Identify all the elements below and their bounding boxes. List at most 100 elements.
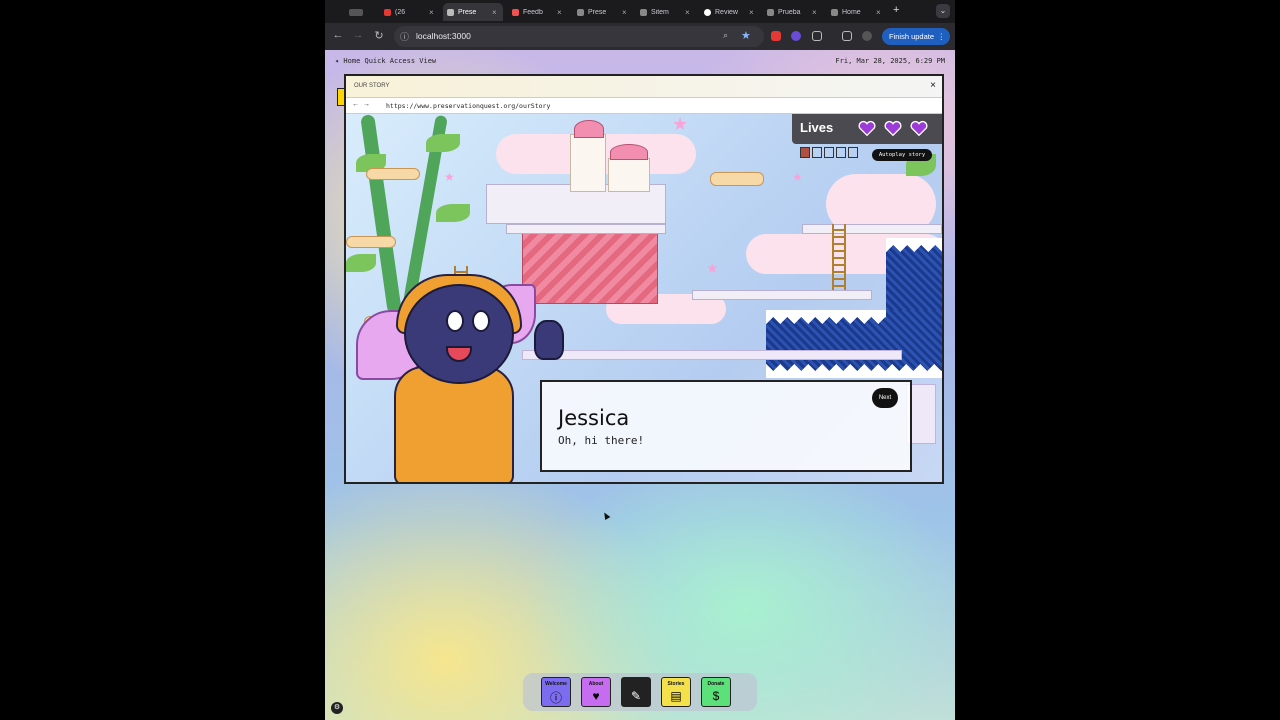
- tab-label: Prese: [588, 8, 607, 16]
- close-icon[interactable]: ×: [749, 8, 754, 17]
- story-progress-step: [800, 147, 810, 158]
- spikes: [886, 238, 942, 252]
- platform: [366, 168, 420, 180]
- window-url: https://www.preservationquest.org/ourSto…: [386, 102, 551, 110]
- reload-icon[interactable]: ↻: [372, 29, 386, 42]
- tab-sitemap[interactable]: Sitem ×: [636, 3, 696, 21]
- new-tab-button[interactable]: +: [893, 4, 899, 16]
- tab-preservation[interactable]: Prese ×: [573, 3, 633, 21]
- bookmark-star-icon[interactable]: ★: [741, 29, 751, 42]
- youtube-icon: [384, 8, 391, 16]
- heart-icon: [858, 120, 876, 137]
- tab-strip: (26 × Prese × Feedb × Prese × Sitem × Re…: [325, 0, 955, 23]
- game-scene[interactable]: ★ ★ ★ ★ Lives Autoplay story Jessica Oh,…: [346, 114, 942, 482]
- dock-item-3[interactable]: Stories ▤: [661, 677, 691, 707]
- close-icon[interactable]: ×: [685, 8, 690, 17]
- browser-window: (26 × Prese × Feedb × Prese × Sitem × Re…: [325, 0, 955, 720]
- forward-icon[interactable]: →: [351, 29, 365, 41]
- finish-update-label: Finish update: [889, 32, 935, 41]
- tab-feedback[interactable]: Feedb ×: [508, 3, 568, 21]
- vine: [360, 114, 402, 315]
- address-bar[interactable]: ⓘ localhost:3000 ⌕ ★: [394, 26, 764, 47]
- ledge: [692, 290, 872, 300]
- dock-item-4[interactable]: Donate $: [701, 677, 731, 707]
- story-progress: [800, 147, 862, 159]
- tab-label: Sitem: [651, 8, 669, 16]
- star-icon: ★: [792, 170, 803, 184]
- chevron-down-icon[interactable]: ⌄: [936, 4, 950, 18]
- back-icon[interactable]: ←: [352, 101, 359, 108]
- ledge: [522, 350, 902, 360]
- heart-icon: [910, 120, 928, 137]
- close-icon[interactable]: ×: [492, 8, 497, 17]
- dock-item-2[interactable]: ✎: [621, 677, 651, 707]
- close-icon[interactable]: ×: [557, 8, 562, 17]
- tab-label: Feedb: [523, 8, 543, 16]
- cast-icon[interactable]: [842, 31, 852, 41]
- tab-prueba[interactable]: Prueba ×: [763, 3, 823, 21]
- site-icon: [447, 8, 454, 16]
- leaf: [346, 254, 376, 272]
- address-url[interactable]: localhost:3000: [416, 31, 471, 41]
- close-icon[interactable]: ×: [876, 8, 881, 17]
- menubar-links[interactable]: ✦ Home Quick Access View: [335, 57, 436, 65]
- mouse-cursor: [601, 510, 611, 521]
- back-icon[interactable]: ←: [331, 29, 345, 41]
- tab-preservation-active[interactable]: Prese ×: [443, 3, 503, 21]
- extension-icon[interactable]: [791, 31, 801, 41]
- stairs: [522, 232, 658, 304]
- character-waving-hand: [534, 320, 564, 360]
- dock-item-label: Donate: [707, 681, 725, 687]
- leaf: [436, 204, 470, 222]
- window-title: OUR STORY: [354, 83, 390, 89]
- story-progress-step: [848, 147, 858, 158]
- close-icon[interactable]: ×: [429, 8, 434, 17]
- settings-icon[interactable]: ⚙: [331, 702, 343, 714]
- next-button[interactable]: Next: [872, 388, 898, 408]
- window-titlebar[interactable]: OUR STORY ×: [346, 76, 942, 98]
- dock-item-1[interactable]: About ♥: [581, 677, 611, 707]
- character-head: [404, 284, 514, 384]
- spikes: [766, 364, 942, 378]
- profile-avatar[interactable]: [862, 31, 872, 41]
- dock-item-0[interactable]: Welcome ⓘ: [541, 677, 571, 707]
- tab-home[interactable]: Home ×: [827, 3, 887, 21]
- dialog-speaker: Jessica: [558, 406, 630, 430]
- site-icon: [512, 8, 519, 16]
- close-icon[interactable]: ×: [812, 8, 817, 17]
- dock-item-icon: ♥: [592, 689, 600, 703]
- browser-toolbar: ← → ↻ ⓘ localhost:3000 ⌕ ★ Finish update…: [325, 23, 955, 50]
- dock-item-icon: ▤: [670, 689, 682, 703]
- finish-update-button[interactable]: Finish update ⋮: [882, 28, 950, 45]
- tab-youtube[interactable]: (26 ×: [380, 3, 438, 21]
- star-icon: ★: [672, 114, 689, 134]
- site-icon: [640, 8, 647, 16]
- story-progress-step: [824, 147, 834, 158]
- platform: [710, 172, 764, 186]
- dome: [574, 120, 604, 138]
- autoplay-story-button[interactable]: Autoplay story: [872, 149, 932, 161]
- tower: [570, 134, 606, 192]
- dialog-box: Jessica Oh, hi there! Next: [540, 380, 912, 472]
- dome: [610, 144, 648, 160]
- tab-label: Prese: [458, 8, 477, 16]
- menubar-clock: Fri, Mar 28, 2025, 6:29 PM: [835, 57, 945, 65]
- close-icon[interactable]: ×: [622, 8, 627, 17]
- forward-icon[interactable]: →: [363, 101, 370, 108]
- extension-icon[interactable]: [771, 31, 781, 41]
- page-viewport: ✦ Home Quick Access View Fri, Mar 28, 20…: [325, 50, 955, 720]
- extensions-puzzle-icon[interactable]: [812, 31, 822, 41]
- spikes: [766, 310, 886, 324]
- site-info-icon[interactable]: ⓘ: [400, 30, 409, 43]
- star-icon: ★: [444, 170, 455, 184]
- close-icon[interactable]: ×: [930, 80, 936, 91]
- search-icon[interactable]: ⌕: [723, 30, 728, 41]
- more-menu-icon[interactable]: ⋮: [938, 28, 946, 45]
- tab-group-pill[interactable]: [345, 3, 367, 21]
- story-progress-step: [836, 147, 846, 158]
- tab-review[interactable]: Review ×: [700, 3, 760, 21]
- tower: [608, 158, 650, 192]
- leaf: [426, 134, 460, 152]
- character-eye: [446, 310, 464, 332]
- star-icon: ★: [706, 260, 719, 276]
